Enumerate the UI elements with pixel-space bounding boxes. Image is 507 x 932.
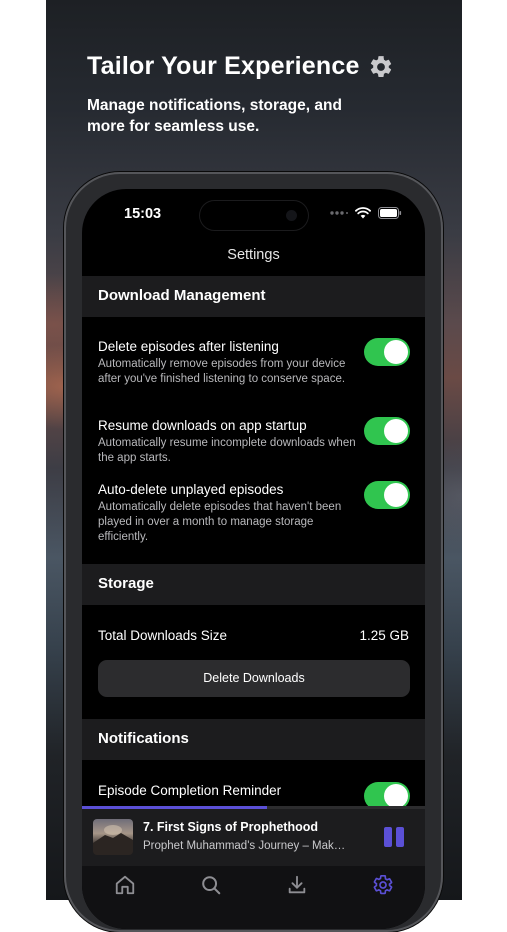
setting-row-resume-downloads: Resume downloads on app startup Automati… <box>98 417 410 466</box>
camera-dot <box>286 210 297 221</box>
episode-artwork <box>93 819 133 855</box>
now-playing-title: 7. First Signs of Prophethood <box>143 820 318 834</box>
toggle-knob <box>384 784 408 808</box>
section-header-download-management: Download Management <box>82 276 425 317</box>
tab-settings[interactable] <box>372 874 394 896</box>
dynamic-island <box>199 200 309 231</box>
tab-search[interactable] <box>200 874 222 896</box>
home-icon <box>115 875 135 895</box>
pause-icon <box>384 827 404 847</box>
playback-progress-fill <box>82 806 268 809</box>
playback-progress-bar[interactable] <box>82 806 425 809</box>
status-time: 15:03 <box>124 206 162 222</box>
mini-player[interactable]: 7. First Signs of Prophethood Prophet Mu… <box>82 806 425 866</box>
toggle-knob <box>384 340 408 364</box>
auto-delete-unplayed-toggle[interactable] <box>364 481 410 509</box>
setting-description: Automatically delete episodes that haven… <box>98 501 342 543</box>
download-icon <box>288 875 306 894</box>
signal-dots-icon <box>330 211 348 215</box>
section-header-storage: Storage <box>82 564 425 605</box>
tab-downloads[interactable] <box>286 874 308 896</box>
total-downloads-value: 1.25 GB <box>359 628 409 643</box>
tab-bar <box>82 866 425 929</box>
hero-title: Tailor Your Experience <box>87 52 394 81</box>
toggle-knob <box>384 419 408 443</box>
setting-row-delete-after-listening: Delete episodes after listening Automati… <box>98 338 410 387</box>
search-icon <box>202 876 221 895</box>
section-title: Storage <box>98 575 154 592</box>
delete-downloads-button[interactable]: Delete Downloads <box>98 660 410 697</box>
gear-icon <box>368 54 394 80</box>
total-downloads-label: Total Downloads Size <box>98 628 228 643</box>
now-playing-subtitle: Prophet Muhammad's Journey – Mak… <box>143 840 346 852</box>
page-title: Settings <box>227 247 280 263</box>
section-title: Notifications <box>98 730 189 747</box>
tab-home[interactable] <box>114 874 136 896</box>
setting-row-auto-delete-unplayed: Auto-delete unplayed episodes Automatica… <box>98 481 410 545</box>
section-header-notifications: Notifications <box>82 719 425 760</box>
toggle-knob <box>384 483 408 507</box>
setting-description: Automatically remove episodes from your … <box>98 358 346 385</box>
gear-icon <box>373 875 393 895</box>
setting-description: Automatically resume incomplete download… <box>98 437 356 464</box>
hero-subtitle: Manage notifications, storage, and more … <box>87 97 342 135</box>
phone-screen: 15:03 Settings Download Management Delet… <box>82 189 425 929</box>
battery-icon <box>378 207 402 219</box>
hero-title-text: Tailor Your Experience <box>87 52 360 80</box>
section-title: Download Management <box>98 287 266 304</box>
resume-downloads-toggle[interactable] <box>364 417 410 445</box>
wifi-icon <box>355 207 371 219</box>
setting-row-episode-completion-reminder: Episode Completion Reminder <box>98 782 410 810</box>
status-icons <box>330 207 402 219</box>
delete-after-listening-toggle[interactable] <box>364 338 410 366</box>
pause-button[interactable] <box>383 826 405 848</box>
